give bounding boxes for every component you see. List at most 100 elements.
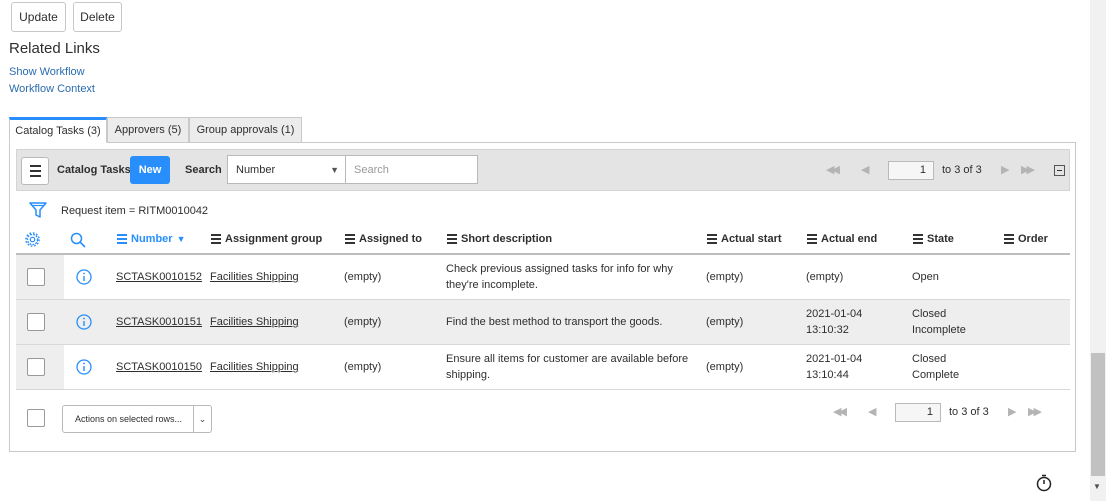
related-links-title: Related Links: [9, 40, 100, 57]
list-toolbar: Catalog Tasks New Search Number ▼ Search…: [16, 149, 1070, 191]
column-label: Assignment group: [225, 233, 323, 245]
scrollbar-thumb[interactable]: [1091, 353, 1105, 476]
previous-page-icon[interactable]: ◀: [861, 163, 870, 176]
column-header-short-description[interactable]: Short description: [447, 233, 552, 245]
page-range-text: to 3 of 3: [949, 406, 989, 418]
tab-catalog-tasks[interactable]: Catalog Tasks (3): [9, 117, 107, 143]
table-row: SCTASK0010151 Facilities Shipping (empty…: [16, 300, 1070, 345]
search-input[interactable]: Search: [345, 155, 478, 184]
select-all-checkbox[interactable]: [27, 409, 45, 427]
short-description-line: they're incomplete.: [446, 279, 538, 291]
row-checkbox[interactable]: [27, 268, 45, 286]
column-header-number[interactable]: Number ▼: [117, 233, 185, 245]
column-header-assigned-to[interactable]: Assigned to: [345, 233, 422, 245]
menu-bar: [29, 170, 41, 172]
previous-page-icon[interactable]: ◀: [868, 405, 877, 418]
actual-start-cell: (empty): [706, 361, 744, 373]
actual-end-time: 13:10:32: [806, 324, 849, 336]
task-number-link[interactable]: SCTASK0010150: [116, 359, 202, 375]
search-field-select[interactable]: Number ▼: [227, 155, 345, 184]
short-description-line: shipping.: [446, 369, 491, 381]
column-menu-icon: [211, 234, 221, 244]
tab-approvers[interactable]: Approvers (5): [107, 117, 189, 143]
assigned-to-cell: (empty): [344, 316, 382, 328]
sort-descending-icon: ▼: [176, 234, 186, 244]
state-cell: Closed: [912, 308, 947, 320]
checkbox-cell: [16, 300, 64, 344]
column-header-order[interactable]: Order: [1004, 233, 1048, 245]
actions-label: Actions on selected rows...: [75, 414, 183, 424]
page-number-input[interactable]: 1: [895, 403, 941, 422]
row-checkbox[interactable]: [27, 313, 45, 331]
row-checkbox[interactable]: [27, 358, 45, 376]
actual-end-cell: 2021-01-04: [806, 353, 863, 365]
column-label: Short description: [461, 233, 553, 245]
scroll-down-arrow-icon[interactable]: ▼: [1093, 482, 1101, 491]
column-menu-icon: [117, 234, 127, 244]
list-menu-button[interactable]: [21, 157, 49, 185]
delete-button[interactable]: Delete: [73, 2, 122, 32]
page-range-text: to 3 of 3: [942, 164, 982, 176]
menu-bar: [29, 175, 41, 177]
first-page-icon[interactable]: ◀◀: [833, 405, 847, 418]
actual-start-cell: (empty): [706, 271, 744, 283]
search-label: Search: [185, 164, 222, 176]
filter-icon[interactable]: [29, 201, 47, 219]
last-page-icon[interactable]: ▶▶: [1028, 405, 1042, 418]
task-number-link[interactable]: SCTASK0010152: [116, 269, 202, 285]
page: Update Delete Related Links Show Workflo…: [0, 0, 1090, 501]
assignment-group-link[interactable]: Facilities Shipping: [210, 314, 299, 330]
stopwatch-icon[interactable]: [1035, 474, 1053, 492]
column-header-actual-start[interactable]: Actual start: [707, 233, 782, 245]
actions-select[interactable]: Actions on selected rows... ⌄: [62, 405, 212, 433]
column-label: State: [927, 233, 954, 245]
state-detail: Incomplete: [912, 324, 966, 336]
actual-end-time: 13:10:44: [806, 369, 849, 381]
chevron-down-icon: ⌄: [193, 406, 211, 432]
menu-bar: [29, 165, 41, 167]
column-menu-icon: [1004, 234, 1014, 244]
column-label: Actual start: [721, 233, 782, 245]
table-row: SCTASK0010152 Facilities Shipping (empty…: [16, 255, 1070, 300]
info-icon[interactable]: [76, 269, 92, 285]
short-description-line: Check previous assigned tasks for info f…: [446, 263, 673, 275]
short-description-line: Ensure all items for customer are availa…: [446, 353, 689, 365]
list-title: Catalog Tasks: [57, 164, 131, 176]
column-header-state[interactable]: State: [913, 233, 954, 245]
new-button[interactable]: New: [130, 156, 170, 184]
column-menu-icon: [913, 234, 923, 244]
next-page-icon[interactable]: ▶: [1008, 405, 1017, 418]
search-field-value: Number: [236, 163, 276, 176]
column-header-actual-end[interactable]: Actual end: [807, 233, 877, 245]
checkbox-cell: [16, 345, 64, 389]
task-number-link[interactable]: SCTASK0010151: [116, 314, 202, 330]
state-detail: Complete: [912, 369, 960, 381]
column-menu-icon: [447, 234, 457, 244]
assignment-group-link[interactable]: Facilities Shipping: [210, 269, 299, 285]
table-row: SCTASK0010150 Facilities Shipping (empty…: [16, 345, 1070, 390]
update-button[interactable]: Update: [11, 2, 66, 32]
column-menu-icon: [345, 234, 355, 244]
filter-breadcrumb[interactable]: Request item = RITM0010042: [61, 205, 208, 217]
tab-group-approvals[interactable]: Group approvals (1): [189, 117, 302, 143]
search-icon[interactable]: [70, 232, 86, 248]
column-label: Assigned to: [359, 233, 422, 245]
actual-end-cell: (empty): [806, 271, 844, 283]
assignment-group-link[interactable]: Facilities Shipping: [210, 359, 299, 375]
actual-end-cell: 2021-01-04: [806, 308, 863, 320]
dropdown-arrow-icon: ▼: [330, 165, 339, 175]
page-number-input[interactable]: 1: [888, 161, 934, 180]
info-icon[interactable]: [76, 314, 92, 330]
next-page-icon[interactable]: ▶: [1001, 163, 1010, 176]
actual-start-cell: (empty): [706, 316, 744, 328]
show-workflow-link[interactable]: Show Workflow: [9, 66, 85, 78]
column-header-assignment-group[interactable]: Assignment group: [211, 233, 322, 245]
collapse-dash: [1057, 170, 1062, 171]
collapse-icon[interactable]: [1054, 165, 1065, 176]
workflow-context-link[interactable]: Workflow Context: [9, 83, 95, 95]
assigned-to-cell: (empty): [344, 271, 382, 283]
first-page-icon[interactable]: ◀◀: [826, 163, 840, 176]
gear-icon[interactable]: [24, 231, 41, 248]
info-icon[interactable]: [76, 359, 92, 375]
last-page-icon[interactable]: ▶▶: [1021, 163, 1035, 176]
